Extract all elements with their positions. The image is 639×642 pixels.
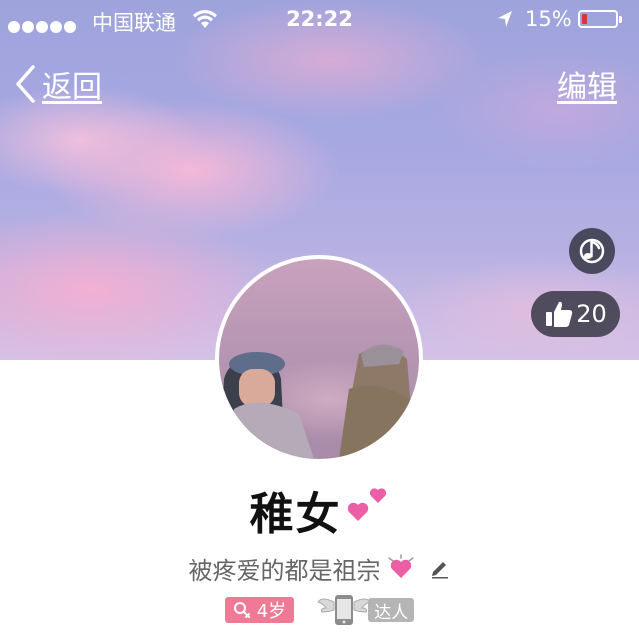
battery-level [582,14,587,24]
female-icon [233,602,250,618]
age-badge: 4岁 [224,597,295,623]
back-label: 返回 [42,70,102,105]
avatar[interactable] [215,255,423,463]
like-button[interactable]: 20 [531,291,620,337]
music-button[interactable] [569,228,615,274]
name-row: 稚女 [0,480,639,540]
avatar-photo [219,344,415,459]
edit-button[interactable]: 编辑 [557,62,617,106]
edit-pencil-icon[interactable] [429,557,451,579]
battery-percent: 15% [525,7,572,31]
thumbs-up-icon [546,301,573,327]
status-bar: 中国联通 22:22 15% [0,0,639,40]
expert-text: 达人 [368,598,415,623]
back-button[interactable]: 返回 [14,62,102,106]
chevron-left-icon [16,65,35,103]
heart-icon [387,554,414,578]
hearts-icon [347,488,386,521]
like-count: 20 [576,300,607,328]
signature-row: 被疼爱的都是祖宗 [0,548,639,588]
expert-badge: 达人 [316,592,415,628]
winged-phone-icon [317,595,371,625]
profile-name: 稚女 [249,489,342,540]
location-arrow-icon [496,9,514,34]
battery-icon [578,10,622,28]
age-text: 4岁 [256,601,287,622]
signature-text: 被疼爱的都是祖宗 [188,556,381,585]
tags-row: 4岁 达人 [0,592,639,628]
music-note-icon [579,238,605,264]
